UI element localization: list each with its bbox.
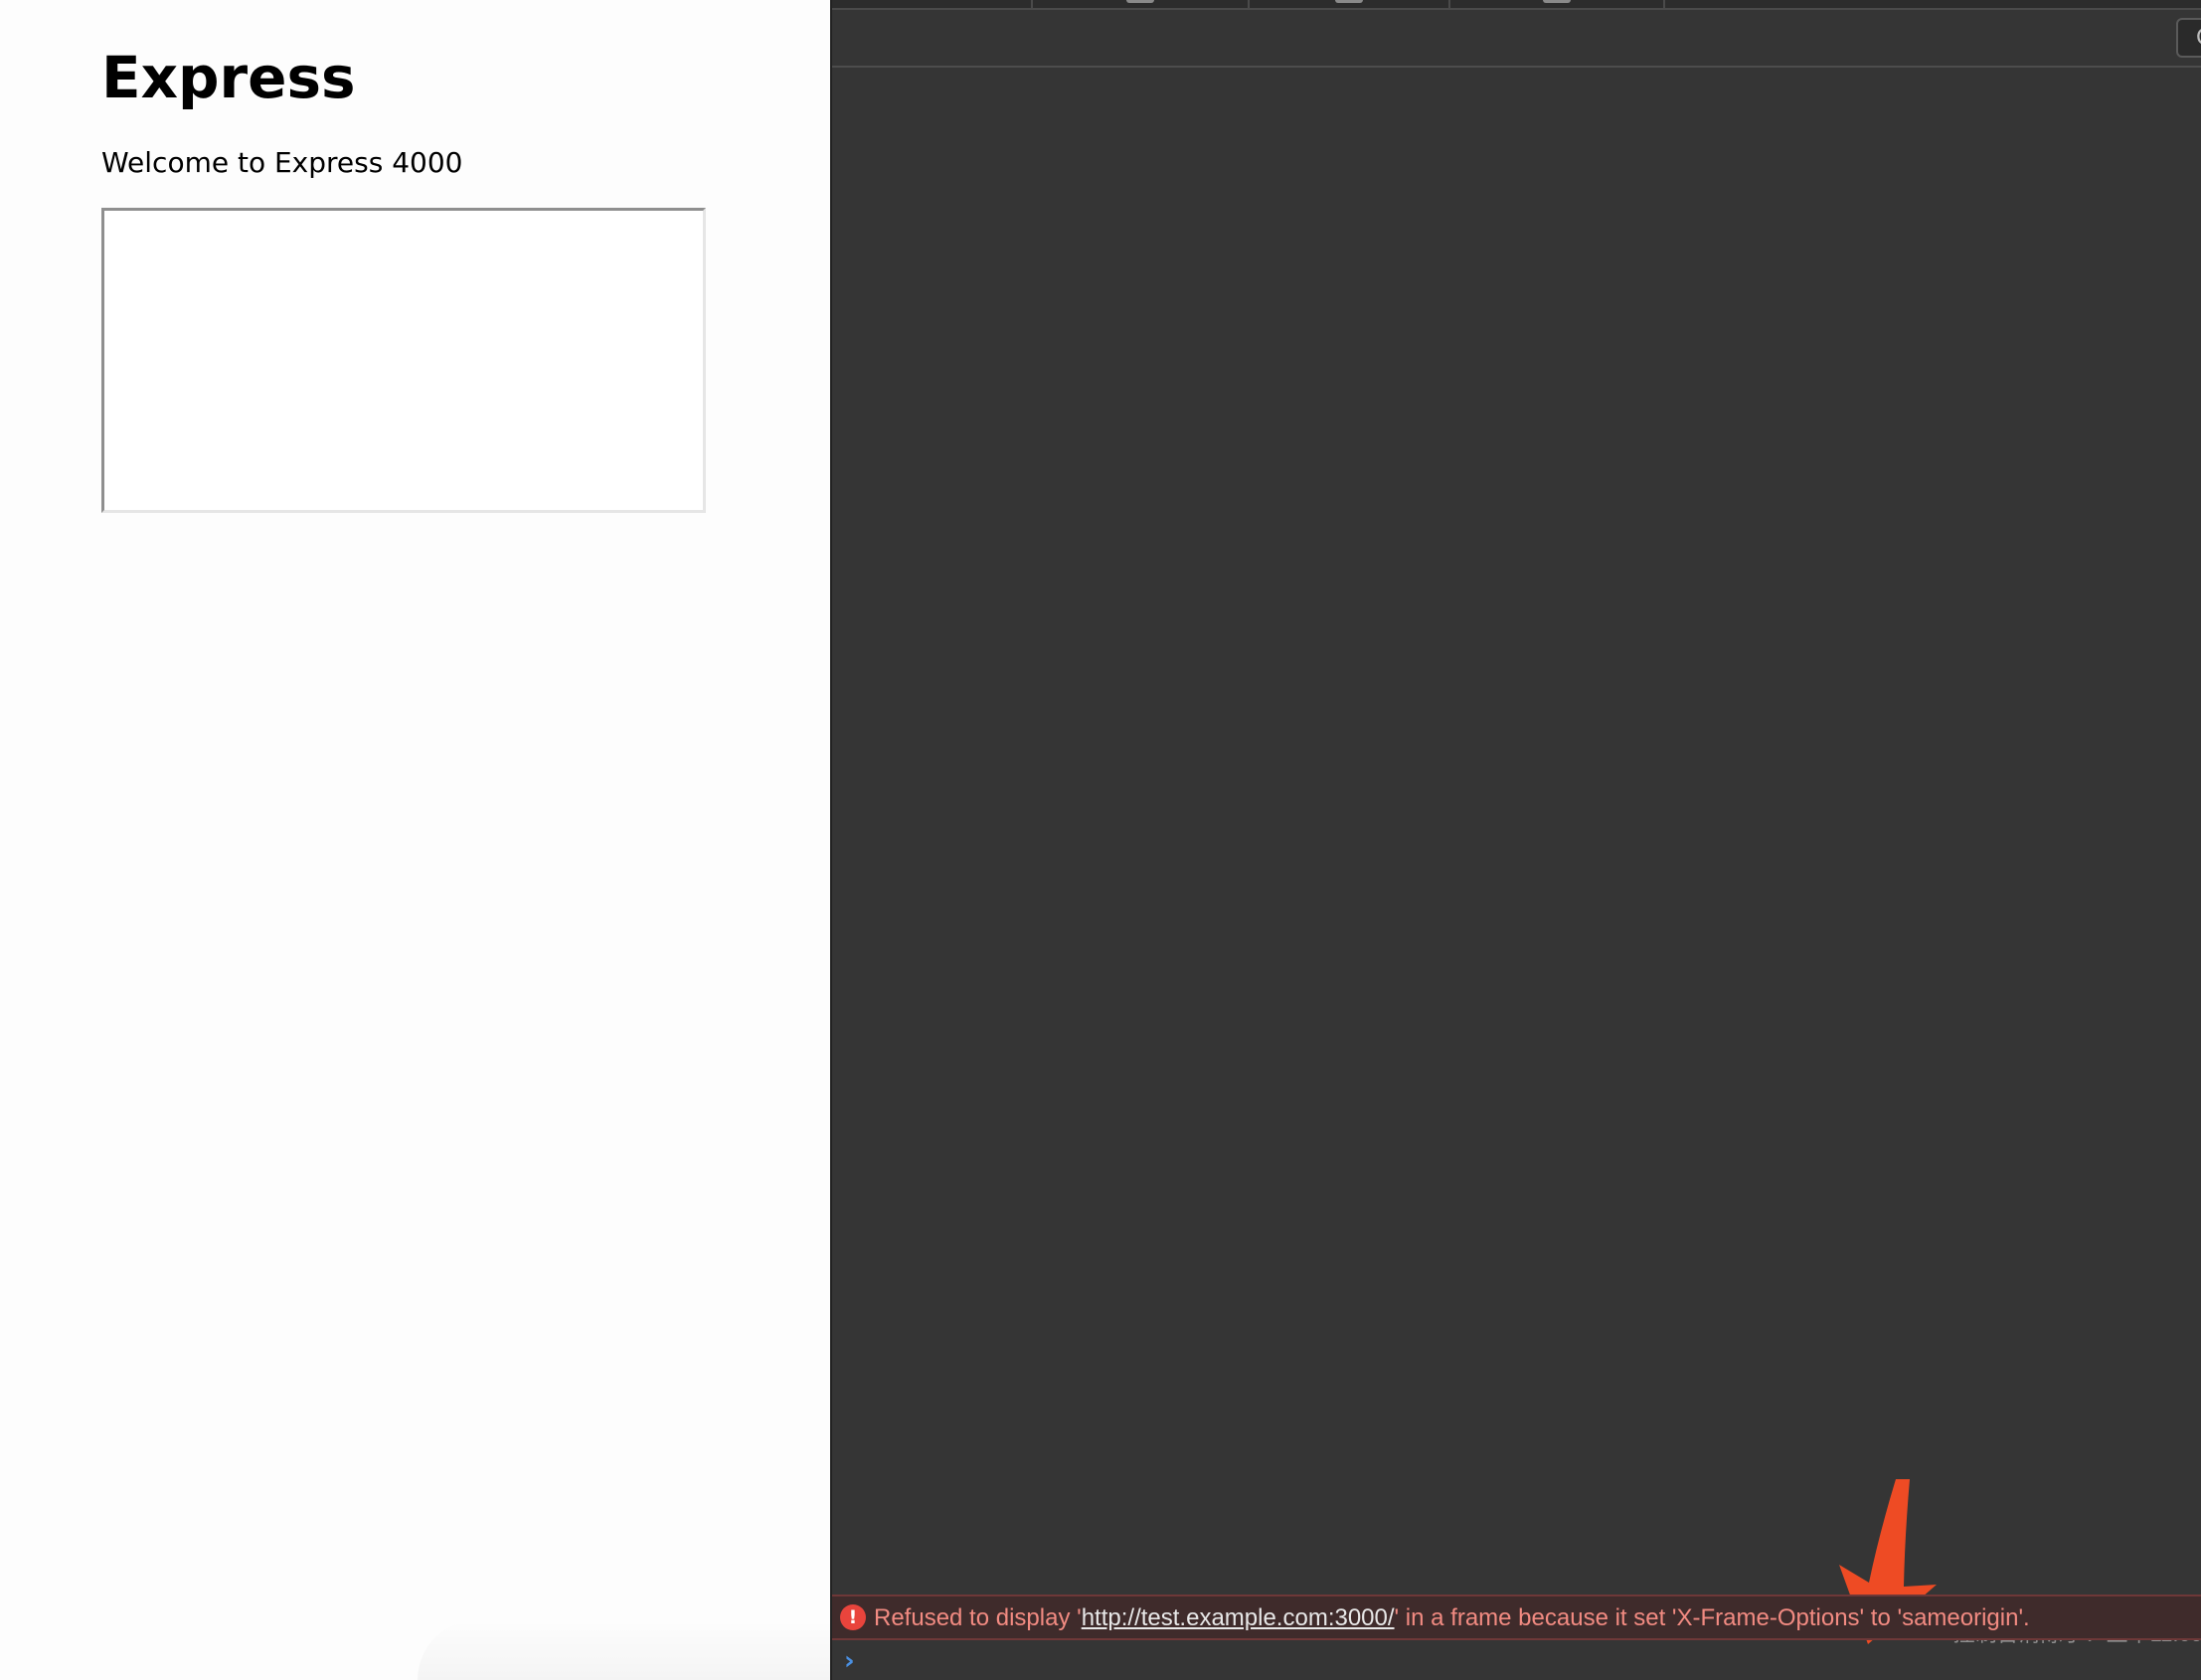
console-input[interactable] <box>876 1642 2192 1678</box>
filter-button[interactable]: C <box>2176 18 2201 58</box>
screenshot: Express Welcome to Express 4000 C 控制台清除于… <box>0 0 2201 1680</box>
error-message-text: Refused to display 'http://test.example.… <box>874 1602 2030 1634</box>
error-text-prefix: Refused to display ' <box>874 1604 1082 1631</box>
devtools-tab[interactable] <box>832 0 1033 8</box>
window-edge-shadow <box>418 1620 830 1680</box>
embedded-iframe[interactable] <box>101 208 706 513</box>
console-error-message: ! Refused to display 'http://test.exampl… <box>832 1595 2201 1640</box>
console-prompt: › <box>832 1640 2201 1680</box>
console-toolbar: C <box>832 10 2201 68</box>
prompt-chevron-icon: › <box>844 1646 855 1676</box>
tab-icon <box>1335 0 1363 3</box>
devtools-tab[interactable] <box>1450 0 1665 8</box>
devtools-tab-bar <box>832 0 2201 10</box>
tab-icon <box>1126 0 1154 3</box>
error-icon: ! <box>840 1604 866 1630</box>
error-text-suffix: ' in a frame because it set 'X-Frame-Opt… <box>1394 1604 2030 1631</box>
devtools-tab[interactable] <box>1665 0 2201 8</box>
page-title: Express <box>101 44 356 111</box>
console-log-area[interactable]: 控制台清除于：上午11:09 <box>832 68 2201 1646</box>
error-url-link[interactable]: http://test.example.com:3000/ <box>1082 1604 1395 1631</box>
welcome-text: Welcome to Express 4000 <box>101 146 463 179</box>
devtools-console-panel: C 控制台清除于：上午11:09 ! Refused to display 'h… <box>830 0 2201 1680</box>
devtools-tab[interactable] <box>1033 0 1250 8</box>
web-page-viewport: Express Welcome to Express 4000 <box>0 0 830 1680</box>
devtools-tab[interactable] <box>1250 0 1450 8</box>
tab-icon <box>1543 0 1571 3</box>
